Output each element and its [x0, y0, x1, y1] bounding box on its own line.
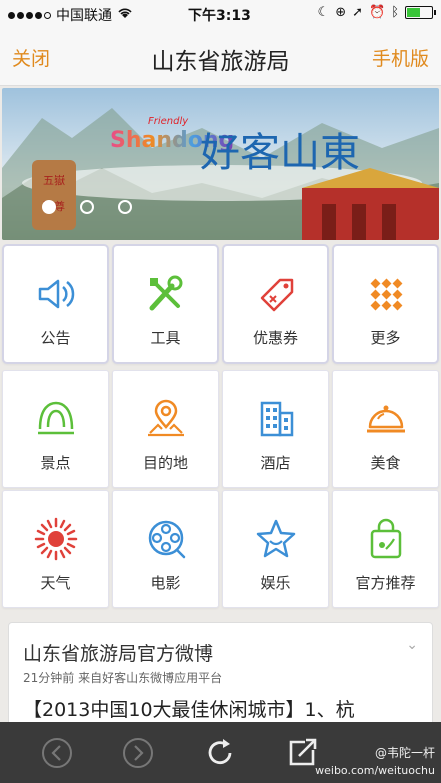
weibo-post-text[interactable]: 【2013中国10大最佳休闲城市】1、杭 [23, 695, 423, 722]
status-right: ☾ ⊕ ➚ ⏰ ᛒ [317, 5, 436, 20]
category-row-2: 天气 电影 娱乐 官方推荐 [2, 490, 439, 608]
banner-slogan: 好客山東 [200, 130, 360, 176]
navigation-bar: 关闭 山东省旅游局 手机版 [0, 28, 441, 86]
tile-label: 美食 [370, 454, 401, 472]
tile-movie[interactable]: 电影 [112, 490, 219, 608]
category-row-1: 景点 目的地 酒店 美食 [2, 370, 439, 488]
back-arrow-icon [42, 738, 72, 768]
shopping-bag-icon [370, 518, 401, 559]
bluetooth-icon: ᛒ [391, 5, 399, 20]
watermark-url: weibo.com/weituochu [315, 764, 435, 777]
tile-label: 天气 [40, 574, 71, 592]
clock: 下午3:13 [188, 8, 251, 24]
tile-hotel[interactable]: 酒店 [222, 370, 329, 488]
tile-more[interactable]: 更多 [332, 244, 439, 364]
forward-button[interactable] [121, 736, 155, 770]
tile-coupon[interactable]: 优惠券 [222, 244, 329, 364]
tile-label: 工具 [150, 329, 181, 347]
weibo-feed-card[interactable]: 山东省旅游局官方微博 ⌄ 21分钟前 来自好客山东微博应用平台 【2013中国1… [8, 622, 433, 732]
tile-label: 优惠券 [252, 329, 298, 347]
tile-scenic[interactable]: 景点 [2, 370, 109, 488]
chevron-down-icon[interactable]: ⌄ [406, 637, 418, 653]
tools-icon [149, 275, 182, 311]
svg-text:五嶽: 五嶽 [43, 174, 65, 187]
location-icon [147, 399, 184, 437]
share-icon [289, 738, 317, 766]
scenic-icon [37, 401, 74, 435]
banner-carousel[interactable]: 五嶽 獨尊 Friendly Shandong 好客山東 [2, 88, 439, 240]
tile-label: 官方推荐 [355, 574, 416, 592]
forward-arrow-icon [123, 738, 153, 768]
mobile-version-button[interactable]: 手机版 [372, 44, 429, 71]
location-arrow-icon: ➚ [352, 5, 363, 20]
tile-entertainment[interactable]: 娱乐 [222, 490, 329, 608]
back-button[interactable] [40, 736, 74, 770]
status-left: 中国联通 [8, 5, 133, 25]
tile-food[interactable]: 美食 [332, 370, 439, 488]
signal-strength-icon [8, 11, 51, 19]
weibo-post-meta: 21分钟前 来自好客山东微博应用平台 [23, 671, 223, 685]
rotation-lock-icon: ⊕ [335, 5, 347, 20]
coupon-icon [260, 278, 293, 312]
tile-label: 公告 [40, 329, 71, 347]
speaker-icon [38, 279, 74, 309]
tile-weather[interactable]: 天气 [2, 490, 109, 608]
star-icon [256, 519, 295, 558]
tile-destination[interactable]: 目的地 [112, 370, 219, 488]
tile-label: 景点 [40, 454, 71, 472]
browser-toolbar: @韦陀一杆 weibo.com/weituochu [0, 722, 441, 783]
tile-label: 酒店 [260, 454, 291, 472]
refresh-icon [208, 739, 232, 765]
film-reel-icon [148, 520, 185, 559]
refresh-button[interactable] [203, 736, 237, 770]
tile-official-picks[interactable]: 官方推荐 [332, 490, 439, 608]
pager-dot[interactable] [118, 200, 132, 214]
alarm-icon: ⏰ [369, 5, 386, 20]
carrier-label: 中国联通 [56, 8, 112, 24]
status-bar: 中国联通 下午3:13 ☾ ⊕ ➚ ⏰ ᛒ [0, 0, 441, 28]
grid-dots-icon [370, 278, 402, 311]
sun-icon [34, 517, 77, 561]
hotel-icon [260, 401, 293, 437]
share-button[interactable] [285, 736, 319, 770]
moon-icon: ☾ [317, 5, 330, 20]
watermark-handle: @韦陀一杆 [374, 746, 435, 760]
wifi-icon [117, 7, 133, 23]
tile-label: 电影 [150, 574, 181, 592]
tile-label: 目的地 [142, 454, 188, 472]
carousel-pager [42, 200, 132, 214]
pager-dot-active[interactable] [42, 200, 56, 214]
food-cloche-icon [366, 405, 405, 433]
tile-label: 更多 [370, 329, 401, 347]
banner-friendly-text: Friendly [148, 116, 189, 127]
weibo-account-title[interactable]: 山东省旅游局官方微博 [23, 639, 213, 666]
tile-tools[interactable]: 工具 [112, 244, 219, 364]
pager-dot[interactable] [80, 200, 94, 214]
battery-icon [405, 6, 436, 19]
quick-tiles: 公告 工具 优惠券 更多 [2, 244, 439, 364]
tile-announcement[interactable]: 公告 [2, 244, 109, 364]
tile-label: 娱乐 [260, 574, 291, 592]
